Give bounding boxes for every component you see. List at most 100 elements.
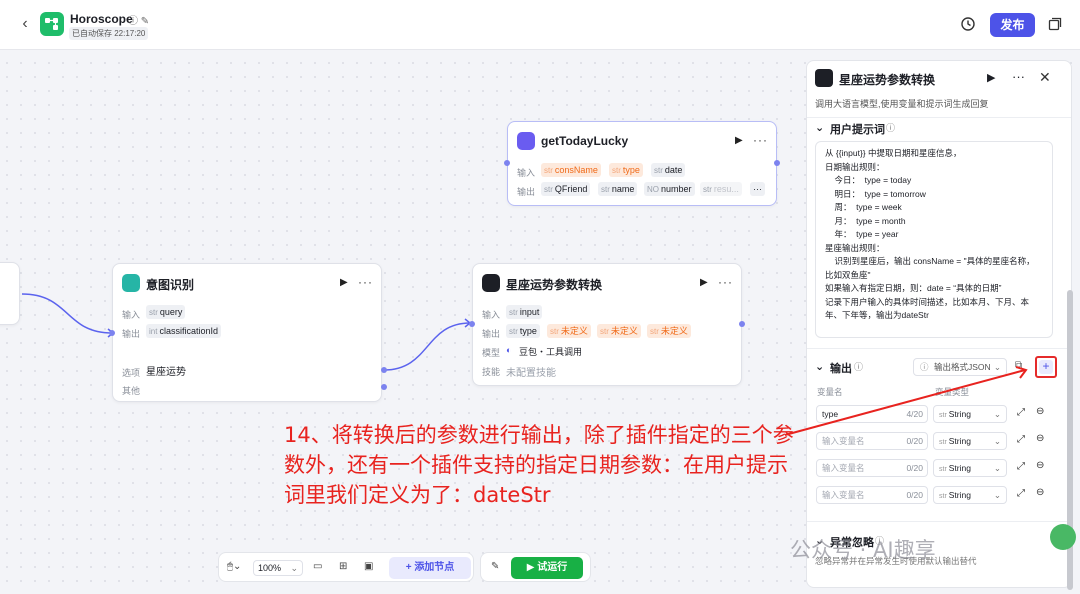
output-label: 输出: [122, 329, 141, 339]
output-tag: str resu...: [700, 182, 742, 196]
output-tag-undefined: str 未定义: [547, 324, 591, 338]
input-port[interactable]: [504, 160, 510, 166]
chevron-down-icon: ⌄: [993, 463, 1001, 473]
tag-name: consName: [554, 165, 598, 175]
intent-icon: [122, 274, 140, 292]
add-node-label: 添加节点: [414, 562, 455, 573]
llm-node-convert[interactable]: 星座运势参数转换 ▶ ··· 输入 str input 输出 str type st…: [472, 263, 742, 386]
publish-button[interactable]: 发布: [990, 13, 1035, 37]
var-name-input[interactable]: 输入变量名 0/20: [816, 486, 928, 504]
tag-name: name: [611, 184, 635, 194]
comment-icon[interactable]: ▭: [313, 561, 322, 572]
expand-icon[interactable]: ⤢: [1017, 461, 1025, 472]
watermark-logo: [1050, 524, 1076, 550]
type-str: str: [544, 166, 553, 175]
divider: [807, 117, 1071, 118]
model-value: 豆包・工具调用: [519, 347, 583, 357]
option-value: 星座运势: [146, 367, 186, 378]
prompt-line: 周： type = week: [825, 202, 902, 212]
layout-icon[interactable]: ⊞: [339, 561, 347, 572]
input-tag-query: str query: [146, 305, 186, 319]
node-config-panel: 星座运势参数转换 ▶ ··· ✕ 调用大语言模型,使用变量和提示词生成回复 ⌄ …: [806, 60, 1072, 588]
input-tag-type: str type: [609, 163, 643, 177]
more-icon[interactable]: ···: [718, 275, 733, 289]
option-label: 选项: [122, 368, 141, 378]
other-port[interactable]: [381, 384, 387, 390]
input-tag-input: str input: [506, 305, 543, 319]
prompt-line: 比如双鱼座": [825, 269, 871, 280]
tag-name: input: [519, 307, 540, 317]
test-run-button[interactable]: ▶ 试运行: [511, 557, 583, 579]
tag-name: QFriend: [554, 184, 588, 194]
input-label: 输入: [122, 310, 141, 320]
output-tag-type: str type: [506, 324, 540, 338]
var-type-select[interactable]: str String ⌄: [933, 486, 1007, 504]
divider: [807, 348, 1071, 349]
prompt-editor[interactable]: 从 {{input}} 中提取日期和星座信息， 日期输出规则： 今日： type…: [815, 141, 1053, 338]
panel-description: 调用大语言模型,使用变量和提示词生成回复: [815, 99, 989, 109]
minimap-icon[interactable]: ▣: [364, 561, 373, 572]
output-port[interactable]: [739, 321, 745, 327]
prompt-line: 月： type = month: [825, 215, 906, 226]
output-label: 输出: [517, 187, 536, 197]
skill-value: 未配置技能: [506, 368, 556, 379]
intent-node[interactable]: 意图识别 ▶ ··· 输入 str query 输出 int classificat…: [112, 263, 382, 402]
input-port[interactable]: [109, 330, 115, 336]
info-icon[interactable]: ⓘ: [886, 121, 895, 134]
add-node-button[interactable]: + 添加节点: [389, 557, 471, 579]
type-str: str: [509, 308, 518, 317]
tag-name: classificationId: [159, 326, 218, 336]
start-node[interactable]: [0, 262, 20, 325]
remove-icon[interactable]: ⊖: [1036, 487, 1044, 498]
play-icon: ▶: [526, 562, 538, 573]
more-outputs-icon[interactable]: ···: [750, 182, 765, 196]
mouse-mode-icon[interactable]: 🖱⌄: [227, 561, 241, 572]
tag-name: 未定义: [660, 326, 688, 336]
input-port[interactable]: [469, 321, 475, 327]
prompt-line: 从 {{input}} 中提取日期和星座信息，: [825, 148, 962, 158]
panel-title: 星座运势参数转换: [839, 73, 936, 87]
var-type-value: String: [948, 490, 971, 500]
run-node-icon[interactable]: ▶: [700, 277, 708, 288]
chevron-down-icon: ⌄: [290, 563, 298, 573]
annotation-text: 14、将转换后的参数进行输出，除了插件指定的三个参数外，还有一个插件支持的指定日…: [284, 423, 794, 507]
watermark: 公众号 · AI趣享: [790, 538, 936, 562]
char-count: 0/20: [906, 463, 923, 473]
history-icon[interactable]: [960, 16, 976, 32]
plus-icon: +: [1039, 360, 1053, 374]
run-node-icon[interactable]: ▶: [340, 277, 348, 288]
more-icon[interactable]: ···: [753, 133, 768, 147]
input-label: 输入: [517, 168, 536, 178]
type-str: str: [612, 166, 621, 175]
var-type-value: String: [948, 463, 971, 473]
var-name-input[interactable]: 输入变量名 0/20: [816, 459, 928, 477]
tag-name: date: [664, 165, 683, 175]
zoom-select[interactable]: 100% ⌄: [253, 560, 303, 576]
skill-label: 技能: [482, 367, 501, 377]
window-toggle-icon[interactable]: [1048, 17, 1062, 31]
prompt-line: 今日： type = today: [825, 175, 912, 185]
prompt-line: 年： type = year: [825, 229, 899, 239]
remove-icon[interactable]: ⊖: [1036, 460, 1044, 471]
type-int: int: [149, 327, 158, 336]
prompt-line: 如果输入有指定日期，则：date = “具体的日期”: [825, 283, 1002, 293]
wrench-icon[interactable]: ✎: [491, 561, 499, 572]
expand-icon[interactable]: ⤢: [1017, 488, 1025, 499]
var-type-select[interactable]: str String ⌄: [933, 459, 1007, 477]
tag-name: 未定义: [560, 326, 588, 336]
input-tag-consname: str consName: [541, 163, 601, 177]
prompt-line: 年、下年等，输出为dateStr: [825, 310, 929, 320]
plugin-node-gettodaylucky[interactable]: getTodayLucky ▶ ··· 输入 str consName str ty…: [507, 121, 777, 206]
model-label: 模型: [482, 348, 501, 358]
output-tag-classificationid: int classificationId: [146, 324, 221, 338]
more-icon[interactable]: ···: [358, 275, 373, 289]
run-node-icon[interactable]: ▶: [987, 71, 995, 84]
more-icon[interactable]: ···: [1012, 69, 1025, 84]
type-str: str: [601, 185, 610, 194]
close-icon[interactable]: ✕: [1039, 69, 1051, 86]
output-port[interactable]: [774, 160, 780, 166]
tag-name: resu...: [713, 184, 739, 194]
option-port[interactable]: [381, 367, 387, 373]
prompt-collapse-icon[interactable]: ⌄: [815, 121, 824, 134]
run-node-icon[interactable]: ▶: [735, 135, 743, 146]
